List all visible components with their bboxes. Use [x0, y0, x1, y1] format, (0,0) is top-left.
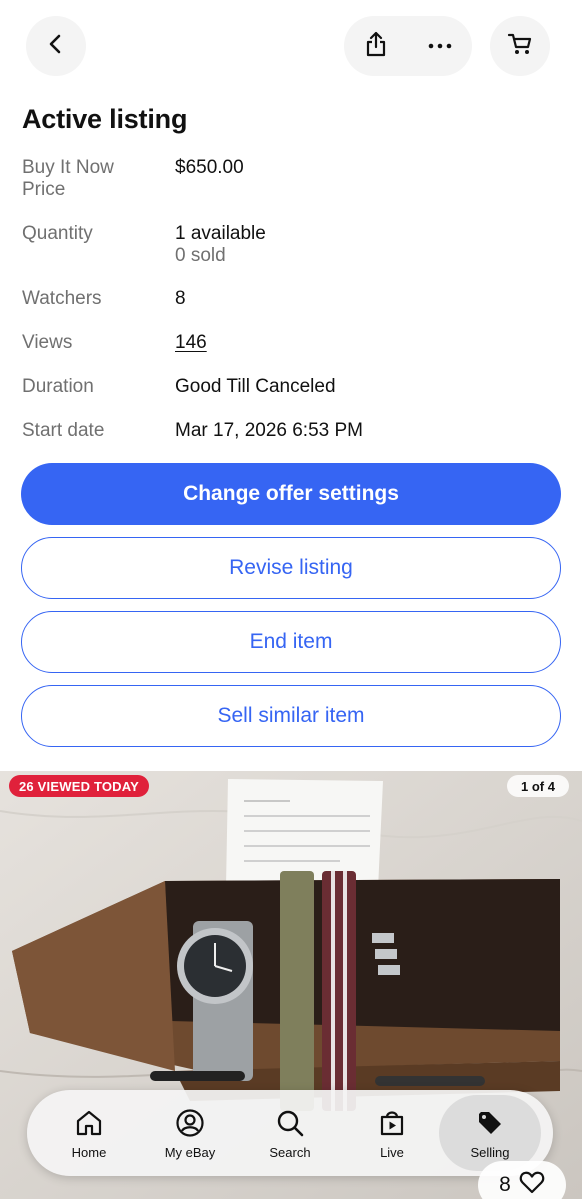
- views-label: Views: [22, 332, 73, 353]
- share-icon: [364, 31, 388, 62]
- bottom-nav: Home My eBay Search Live Selling: [27, 1090, 553, 1176]
- more-button[interactable]: [408, 16, 472, 76]
- quantity-available: 1 available: [175, 223, 266, 244]
- duration-label: Duration: [22, 376, 94, 397]
- nav-my-ebay[interactable]: My eBay: [139, 1090, 241, 1176]
- watchers-label: Watchers: [22, 288, 102, 309]
- quantity-value: 1 available 0 sold: [175, 223, 266, 267]
- more-horizontal-icon: [428, 37, 452, 55]
- end-item-button[interactable]: End item: [21, 611, 561, 673]
- heart-icon: [519, 1170, 545, 1199]
- nav-my-ebay-label: My eBay: [164, 1144, 216, 1160]
- start-date-label: Start date: [22, 420, 105, 441]
- share-button[interactable]: [344, 16, 408, 76]
- chevron-left-icon: [44, 32, 68, 61]
- views-link[interactable]: 146: [175, 332, 207, 354]
- section-title: Active listing: [22, 104, 188, 134]
- nav-search[interactable]: Search: [239, 1090, 341, 1176]
- nav-live-label: Live: [380, 1144, 404, 1160]
- live-bag-icon: [376, 1107, 408, 1139]
- header-action-group: [344, 16, 472, 76]
- nav-home[interactable]: Home: [38, 1090, 140, 1176]
- home-icon: [73, 1107, 105, 1139]
- price-tag-icon: [474, 1107, 506, 1139]
- cart-icon: [507, 32, 533, 61]
- revise-listing-button[interactable]: Revise listing: [21, 537, 561, 599]
- watchers-value: 8: [175, 288, 186, 309]
- nav-home-label: Home: [71, 1144, 107, 1160]
- price-value: $650.00: [175, 157, 244, 178]
- nav-selling[interactable]: Selling: [439, 1095, 541, 1171]
- back-button[interactable]: [26, 16, 86, 76]
- watch-count: 8: [499, 1173, 511, 1196]
- watch-button[interactable]: 8: [478, 1161, 566, 1199]
- nav-search-label: Search: [269, 1144, 311, 1160]
- cart-button[interactable]: [490, 16, 550, 76]
- change-offer-settings-button[interactable]: Change offer settings: [21, 463, 561, 525]
- photo-counter: 1 of 4: [507, 775, 569, 797]
- nav-selling-label: Selling: [470, 1144, 510, 1160]
- viewed-today-badge: 26 VIEWED TODAY: [9, 775, 150, 797]
- start-date-value: Mar 17, 2026 6:53 PM: [175, 420, 363, 441]
- price-label: Buy It Now Price: [22, 157, 114, 200]
- duration-value: Good Till Canceled: [175, 376, 336, 397]
- search-icon: [274, 1107, 306, 1139]
- nav-live[interactable]: Live: [341, 1090, 443, 1176]
- quantity-label: Quantity: [22, 223, 93, 244]
- quantity-sold: 0 sold: [175, 245, 226, 266]
- sell-similar-item-button[interactable]: Sell similar item: [21, 685, 561, 747]
- user-circle-icon: [174, 1107, 206, 1139]
